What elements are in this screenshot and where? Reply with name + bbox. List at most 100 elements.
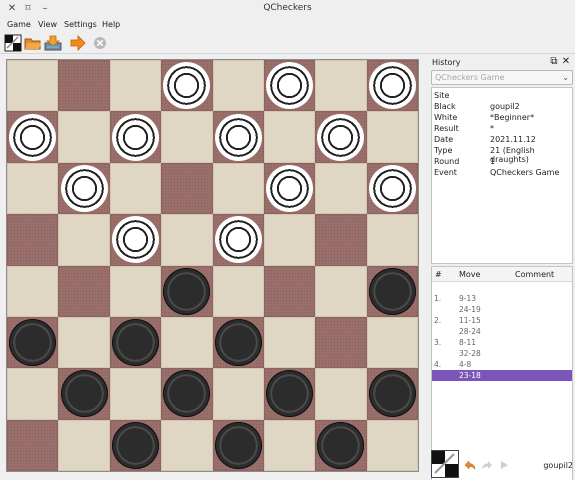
board-square[interactable] — [7, 368, 59, 420]
game-select[interactable]: QCheckers Game ⌄ — [431, 70, 573, 85]
move-number: 2. — [434, 316, 442, 325]
move-row[interactable]: 32-28 — [432, 348, 572, 359]
board-square[interactable] — [161, 162, 213, 215]
stop-icon[interactable] — [91, 34, 109, 52]
close-panel-icon[interactable]: ✕ — [561, 56, 571, 68]
board-square[interactable] — [315, 265, 367, 317]
board-square[interactable] — [212, 368, 264, 420]
column-move[interactable]: Move — [459, 270, 480, 279]
info-value[interactable]: goupil2 — [490, 102, 520, 111]
menu-game[interactable]: Game — [7, 20, 31, 29]
move-row[interactable]: 24-19 — [432, 304, 572, 315]
board-square[interactable] — [7, 162, 59, 215]
move-row-selected[interactable]: 23-18 — [432, 370, 572, 381]
white-piece[interactable] — [266, 62, 314, 110]
undo-icon[interactable] — [464, 459, 476, 471]
board-square[interactable] — [161, 316, 213, 369]
board-square[interactable] — [7, 419, 59, 471]
board-square[interactable] — [315, 316, 367, 369]
column-num[interactable]: # — [435, 270, 442, 279]
board-square[interactable] — [58, 316, 110, 369]
black-piece[interactable] — [317, 421, 365, 469]
float-panel-icon[interactable]: ⧉ — [549, 56, 559, 68]
menu-view[interactable]: View — [38, 20, 57, 29]
board-square[interactable] — [58, 111, 110, 163]
board-square[interactable] — [315, 214, 367, 266]
board-square[interactable] — [109, 60, 162, 112]
board-square[interactable] — [263, 316, 316, 369]
board-square[interactable] — [263, 111, 316, 163]
board-square[interactable] — [366, 111, 418, 163]
board-square[interactable] — [366, 214, 418, 266]
board-square[interactable] — [58, 214, 110, 266]
redo-icon[interactable] — [481, 459, 493, 471]
white-piece[interactable] — [214, 113, 262, 161]
menu-settings[interactable]: Settings — [64, 20, 97, 29]
black-piece[interactable] — [368, 370, 416, 418]
board-square[interactable] — [161, 214, 213, 266]
move-row[interactable]: 28-24 — [432, 326, 572, 337]
black-piece[interactable] — [368, 267, 416, 315]
board-square[interactable] — [161, 111, 213, 163]
board-square[interactable] — [315, 368, 367, 420]
board-icon[interactable] — [4, 34, 22, 52]
white-piece[interactable] — [266, 164, 314, 212]
board-square[interactable] — [7, 265, 59, 317]
menu-help[interactable]: Help — [102, 20, 120, 29]
black-piece[interactable] — [163, 267, 211, 315]
board-square[interactable] — [58, 419, 110, 471]
black-piece[interactable] — [9, 319, 57, 367]
open-folder-icon[interactable] — [24, 34, 42, 52]
board-square[interactable] — [109, 265, 162, 317]
white-piece[interactable] — [368, 62, 416, 110]
white-piece[interactable] — [111, 216, 159, 264]
info-value[interactable]: *Beginner* — [490, 113, 534, 122]
info-value[interactable]: 1 — [490, 157, 495, 166]
board-square[interactable] — [109, 162, 162, 215]
board-square[interactable] — [58, 60, 110, 112]
move-row[interactable]: 4. 4-8 — [432, 359, 572, 370]
board-square[interactable] — [263, 419, 316, 471]
info-value[interactable]: QCheckers Game — [490, 168, 559, 177]
board-square[interactable] — [109, 368, 162, 420]
board-square[interactable] — [315, 162, 367, 215]
white-piece[interactable] — [111, 113, 159, 161]
black-piece[interactable] — [111, 319, 159, 367]
move-text: 4-8 — [459, 360, 472, 369]
white-piece[interactable] — [9, 113, 57, 161]
info-value[interactable]: 2021.11.12 — [490, 135, 536, 144]
move-row[interactable]: 1. 9-13 — [432, 293, 572, 304]
board-square[interactable] — [7, 214, 59, 266]
move-row[interactable]: 3. 8-11 — [432, 337, 572, 348]
black-piece[interactable] — [214, 421, 262, 469]
board-square[interactable] — [315, 60, 367, 112]
black-piece[interactable] — [60, 370, 108, 418]
board-square[interactable] — [58, 265, 110, 317]
board-square[interactable] — [263, 214, 316, 266]
board-square[interactable] — [263, 265, 316, 317]
save-icon[interactable] — [44, 34, 62, 52]
white-piece[interactable] — [60, 164, 108, 212]
column-comment[interactable]: Comment — [515, 270, 554, 279]
board-square[interactable] — [212, 265, 264, 317]
game-select-value: QCheckers Game — [435, 73, 505, 82]
info-row: Site — [434, 91, 572, 102]
board-square[interactable] — [212, 162, 264, 215]
board-square[interactable] — [161, 419, 213, 471]
white-piece[interactable] — [214, 216, 262, 264]
black-piece[interactable] — [214, 319, 262, 367]
play-icon[interactable] — [498, 459, 510, 471]
board-square[interactable] — [7, 60, 59, 112]
board-square[interactable] — [212, 60, 264, 112]
move-row[interactable]: 2. 11-15 — [432, 315, 572, 326]
white-piece[interactable] — [317, 113, 365, 161]
move-list: # Move Comment 1. 9-13 24-19 2. 11-15 28-2… — [431, 266, 573, 480]
move-text: 11-15 — [459, 316, 481, 325]
black-piece[interactable] — [111, 421, 159, 469]
board-square[interactable] — [366, 419, 418, 471]
checkers-board[interactable] — [6, 59, 419, 472]
info-value[interactable]: * — [490, 124, 494, 133]
board-square[interactable] — [366, 316, 418, 369]
arrow-right-icon[interactable] — [69, 34, 87, 52]
white-piece[interactable] — [368, 164, 416, 212]
